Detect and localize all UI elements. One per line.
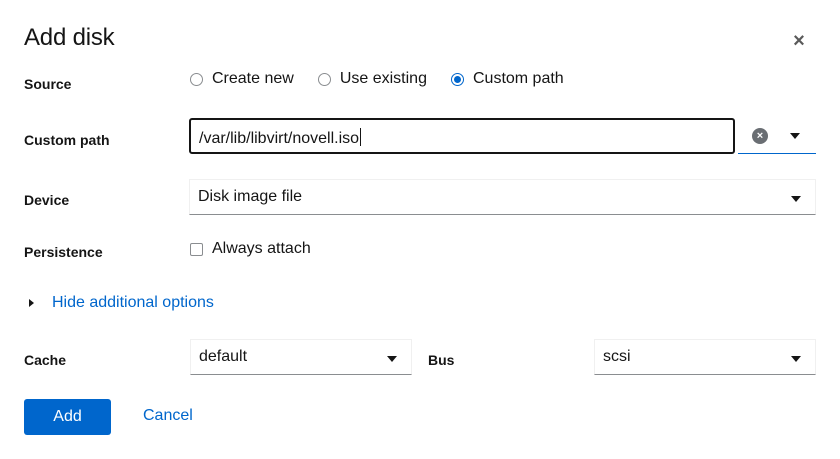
close-icon[interactable]: × xyxy=(788,30,810,52)
chevron-down-icon xyxy=(791,196,801,202)
chevron-right-icon xyxy=(29,299,34,307)
custom-path-controls: × xyxy=(738,118,816,154)
always-attach-checkbox[interactable]: Always attach xyxy=(190,240,311,258)
bus-select-value: scsi xyxy=(603,348,631,365)
custom-path-input[interactable]: /var/lib/libvirt/novell.iso xyxy=(189,118,735,154)
custom-path-value: /var/lib/libvirt/novell.iso xyxy=(199,130,360,147)
source-label: Source xyxy=(24,76,72,92)
radio-icon[interactable] xyxy=(317,72,331,86)
chevron-down-icon xyxy=(791,356,801,362)
radio-icon[interactable] xyxy=(190,72,203,86)
source-option-custom-path[interactable]: Custom path xyxy=(450,70,564,88)
bus-select[interactable]: scsi xyxy=(594,339,816,375)
cancel-button[interactable]: Cancel xyxy=(143,407,193,425)
source-radio-group: Create new Use existing Custom path xyxy=(190,70,588,88)
cache-label: Cache xyxy=(24,352,67,368)
custom-path-label: Custom path xyxy=(24,132,110,148)
additional-options-toggle[interactable]: Hide additional options xyxy=(24,294,214,312)
cache-select-value: default xyxy=(199,348,248,365)
cache-select[interactable]: default xyxy=(190,339,412,375)
checkbox-icon[interactable] xyxy=(190,242,203,256)
chevron-down-icon[interactable] xyxy=(790,132,800,139)
source-option-create-new[interactable]: Create new xyxy=(190,70,294,88)
additional-options-toggle-label: Hide additional options xyxy=(52,294,214,311)
source-option-label: Create new xyxy=(212,70,294,87)
clear-icon[interactable]: × xyxy=(752,127,768,144)
text-cursor xyxy=(360,128,362,146)
persistence-label: Persistence xyxy=(24,244,103,260)
dialog-title: Add disk xyxy=(24,24,115,51)
device-label: Device xyxy=(24,192,70,208)
source-option-label: Use existing xyxy=(339,70,427,87)
radio-selected-icon[interactable] xyxy=(450,72,464,86)
chevron-down-icon xyxy=(387,356,397,362)
always-attach-label: Always attach xyxy=(212,240,311,257)
add-button[interactable]: Add xyxy=(24,399,111,435)
bus-label: Bus xyxy=(428,352,455,368)
device-select-value: Disk image file xyxy=(198,188,303,205)
device-select[interactable]: Disk image file xyxy=(189,179,816,215)
source-option-use-existing[interactable]: Use existing xyxy=(317,70,427,88)
source-option-label: Custom path xyxy=(472,70,564,87)
